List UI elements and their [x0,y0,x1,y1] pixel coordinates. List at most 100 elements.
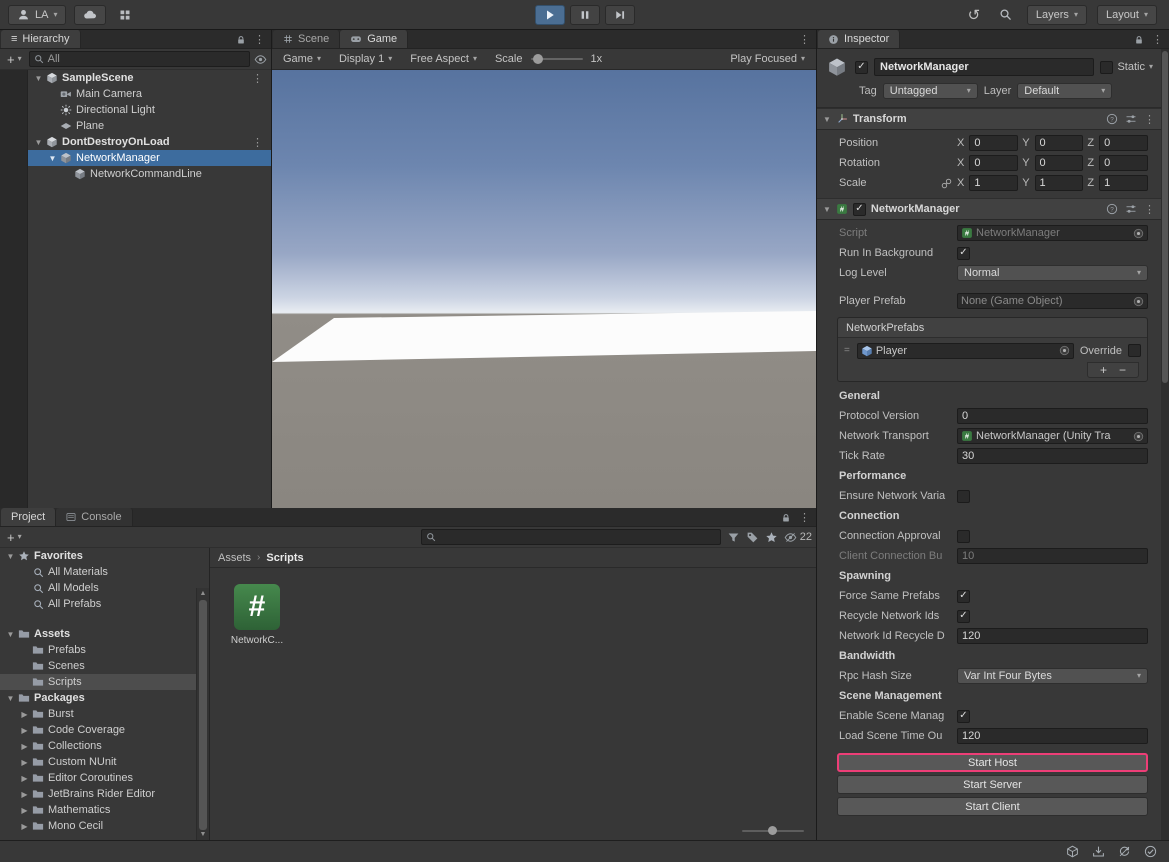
item-menu-icon[interactable]: ⋮ [252,72,271,85]
foldout-icon[interactable]: ▼ [46,154,59,163]
presets-icon[interactable] [1125,113,1137,125]
component-enabled-checkbox[interactable] [853,203,866,216]
global-search-button[interactable] [995,5,1017,25]
hierarchy-item-networkmanager[interactable]: ▼NetworkManager [28,150,271,166]
hierarchy-search-input[interactable]: All [29,51,250,67]
create-asset-button[interactable]: + ▾ [4,530,25,545]
search-filter-icon[interactable] [727,531,740,544]
undo-history-button[interactable]: ↺ [963,5,985,25]
label-icon[interactable] [746,531,759,544]
asset-item-networkc[interactable]: #NetworkC... [228,584,286,646]
project-folder-item-mono-cecil[interactable]: ▶Mono Cecil [0,818,209,834]
project-folder-item-custom-nunit[interactable]: ▶Custom NUnit [0,754,209,770]
scale-x-field[interactable]: 1 [969,175,1018,191]
project-folder-item-all-models[interactable]: All Models [0,580,209,596]
tag-dropdown[interactable]: Untagged▾ [883,83,978,99]
breadcrumb-assets[interactable]: Assets [218,552,251,564]
foldout-icon[interactable]: ▶ [18,822,31,831]
object-picker-icon[interactable] [1059,345,1070,356]
hierarchy-item-networkcommandline[interactable]: NetworkCommandLine [28,166,271,182]
lock-icon[interactable] [236,35,246,45]
foldout-icon[interactable]: ▼ [32,74,45,83]
tab-scene[interactable]: Scene [273,30,340,48]
player-prefab-object-field[interactable]: None (Game Object) [957,293,1148,309]
project-folder-item-editor-coroutines[interactable]: ▶Editor Coroutines [0,770,209,786]
remove-prefab-button[interactable]: − [1119,363,1126,377]
slider-track[interactable] [531,58,583,60]
play-button[interactable] [535,5,565,25]
project-tree-scrollbar[interactable]: ▲ ▼ [196,588,209,840]
pause-button[interactable] [570,5,600,25]
log-level-dropdown[interactable]: Normal▾ [957,265,1148,281]
account-button[interactable]: LA ▾ [8,5,66,25]
tab-hierarchy[interactable]: ≡ Hierarchy [1,30,81,48]
position-y-field[interactable]: 0 [1035,135,1084,151]
drag-handle-icon[interactable]: = [844,345,851,356]
active-checkbox[interactable] [855,61,868,74]
item-menu-icon[interactable]: ⋮ [252,136,271,149]
chevron-down-icon[interactable]: ▾ [1149,63,1153,71]
presets-icon[interactable] [1125,203,1137,215]
create-object-button[interactable]: + ▾ [4,52,25,67]
foldout-icon[interactable]: ▶ [18,726,31,735]
protocol-version-field[interactable]: 0 [957,408,1148,424]
force-same-prefabs-checkbox[interactable] [957,590,970,603]
object-picker-icon[interactable] [1133,296,1144,307]
layer-dropdown[interactable]: Default▾ [1017,83,1112,99]
slider-knob[interactable] [768,826,777,835]
object-picker-icon[interactable] [1133,431,1144,442]
cloud-services-button[interactable] [74,5,106,25]
panel-menu-icon[interactable]: ⋮ [799,511,810,524]
foldout-icon[interactable]: ▼ [4,630,17,639]
tab-inspector[interactable]: Inspector [818,30,900,48]
project-folder-item-collections[interactable]: ▶Collections [0,738,209,754]
project-folder-item-jetbrains-rider-editor[interactable]: ▶JetBrains Rider Editor [0,786,209,802]
play-focused-dropdown[interactable]: Play Focused▾ [721,49,814,69]
lock-icon[interactable] [1134,35,1144,45]
auto-refresh-off-icon[interactable] [1118,845,1131,858]
enable-scene-manag-checkbox[interactable] [957,710,970,723]
transform-component-header[interactable]: ▼ Transform ? ⋮ [817,108,1161,130]
panel-menu-icon[interactable]: ⋮ [1152,33,1163,46]
gameobject-name-field[interactable]: NetworkManager [874,58,1094,76]
project-folder-item-all-prefabs[interactable]: All Prefabs [0,596,209,612]
prefab-object-field[interactable]: Player [857,343,1074,359]
component-menu-icon[interactable]: ⋮ [1144,203,1155,216]
favorites-icon[interactable] [765,531,778,544]
hierarchy-item-directional-light[interactable]: Directional Light [28,102,271,118]
foldout-icon[interactable]: ▶ [18,806,31,815]
connection-approval-checkbox[interactable] [957,530,970,543]
override-checkbox[interactable] [1128,344,1141,357]
hierarchy-item-samplescene[interactable]: ▼SampleScene⋮ [28,70,271,86]
network-id-recycle-d-field[interactable]: 120 [957,628,1148,644]
recycle-network-ids-checkbox[interactable] [957,610,970,623]
display-target-dropdown[interactable]: Game▾ [274,49,330,69]
project-folder-item-packages[interactable]: ▼Packages [0,690,209,706]
scroll-up-icon[interactable]: ▲ [197,590,209,597]
tab-game[interactable]: Game [340,30,408,48]
panel-menu-icon[interactable]: ⋮ [254,33,265,46]
object-picker-icon[interactable] [1133,228,1144,239]
prefab-list-title[interactable]: NetworkPrefabs [838,318,1147,338]
client-connection-bu-field[interactable]: 10 [957,548,1148,564]
start-client-button[interactable]: Start Client [837,797,1148,816]
project-folder-item-all-materials[interactable]: All Materials [0,564,209,580]
thumbnail-zoom-slider[interactable] [742,830,804,832]
ensure-network-varia-checkbox[interactable] [957,490,970,503]
project-folder-item-scenes[interactable]: Scenes [0,658,209,674]
position-z-field[interactable]: 0 [1099,135,1148,151]
scrollbar-thumb[interactable] [1162,51,1168,383]
foldout-icon[interactable]: ▶ [18,790,31,799]
foldout-icon[interactable]: ▶ [18,742,31,751]
prefab-list-row[interactable]: = Player Override [838,338,1147,363]
networkmanager-component-header[interactable]: ▼ # NetworkManager ? ⋮ [817,198,1161,220]
display-dropdown[interactable]: Display 1▾ [330,49,401,69]
grid-services-button[interactable] [114,5,136,25]
project-folder-item-assets[interactable]: ▼Assets [0,626,209,642]
hierarchy-item-dontdestroyonload[interactable]: ▼DontDestroyOnLoad⋮ [28,134,271,150]
project-folder-item-prefabs[interactable]: Prefabs [0,642,209,658]
static-checkbox[interactable] [1100,61,1113,74]
scrollbar-thumb[interactable] [199,600,207,830]
project-folder-item-code-coverage[interactable]: ▶Code Coverage [0,722,209,738]
import-tray-icon[interactable] [1092,845,1105,858]
